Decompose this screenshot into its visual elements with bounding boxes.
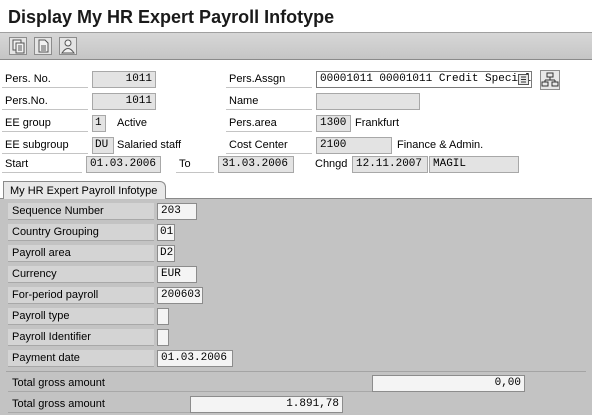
changed-date-field: 12.11.2007	[352, 156, 428, 173]
application-toolbar	[0, 32, 592, 60]
pers-assgn-value: 00001011 00001011 Credit Special	[320, 73, 532, 85]
person-icon[interactable]	[59, 37, 77, 55]
currency-field: EUR	[157, 266, 197, 283]
pers-area-field: 1300	[316, 115, 351, 132]
pers-area-label: Pers.area	[226, 115, 312, 132]
pers-area-text: Frankfurt	[355, 117, 400, 129]
payroll-area-label: Payroll area	[8, 245, 154, 262]
name-field	[316, 93, 420, 110]
payroll-identifier-label: Payroll Identifier	[8, 329, 154, 346]
cost-center-field: 2100	[316, 137, 392, 154]
pers-no2-label: Pers.No.	[2, 93, 88, 110]
country-grouping-label: Country Grouping	[8, 224, 154, 241]
country-grouping-field: 01	[157, 224, 175, 241]
currency-label: Currency	[8, 266, 154, 283]
cost-center-text: Finance & Admin.	[397, 139, 484, 151]
ee-subgroup-label: EE subgroup	[2, 137, 88, 154]
chngd-label: Chngd	[315, 158, 348, 170]
org-structure-button[interactable]	[540, 70, 560, 90]
total-gross-amount-field-2: 1.891,78	[190, 396, 343, 413]
payment-date-label: Payment date	[8, 350, 154, 367]
dropdown-list-icon[interactable]	[518, 74, 529, 85]
tab-my-hr-expert-payroll-infotype[interactable]: My HR Expert Payroll Infotype	[3, 181, 167, 199]
document-icon[interactable]	[34, 37, 52, 55]
payroll-infotype-panel: Sequence Number 203 Country Grouping 01 …	[0, 198, 592, 415]
end-date-field: 31.03.2006	[218, 156, 294, 173]
changed-by-field: MAGIL	[429, 156, 519, 173]
pers-assgn-label: Pers.Assgn	[226, 71, 312, 88]
page-title: Display My HR Expert Payroll Infotype	[0, 0, 592, 34]
pers-no-label: Pers. No.	[2, 71, 88, 88]
pers-no-field: 1011	[92, 71, 156, 88]
ee-group-text: Active	[117, 117, 147, 129]
ee-group-label: EE group	[2, 115, 88, 132]
section-separator	[6, 371, 586, 372]
sequence-number-field: 203	[157, 203, 197, 220]
total-gross-amount-field-1: 0,00	[372, 375, 525, 392]
payroll-type-label: Payroll type	[8, 308, 154, 325]
header-section: Pers. No. 1011 Pers.Assgn 00001011 00001…	[0, 61, 592, 181]
payroll-identifier-field	[157, 329, 169, 346]
copy-document-icon[interactable]	[9, 37, 27, 55]
ee-group-field: 1	[92, 115, 106, 132]
payroll-area-field: D2	[157, 245, 175, 262]
ee-subgroup-field: DU	[92, 137, 114, 154]
pers-no2-field: 1011	[92, 93, 156, 110]
name-label: Name	[226, 93, 312, 110]
payroll-type-field	[157, 308, 169, 325]
for-period-payroll-label: For-period payroll	[8, 287, 154, 304]
start-date-field: 01.03.2006	[86, 156, 161, 173]
total-gross-amount-label-1: Total gross amount	[8, 375, 372, 392]
org-structure-icon	[541, 72, 559, 87]
sequence-number-label: Sequence Number	[8, 203, 154, 220]
start-label: Start	[2, 156, 82, 173]
cost-center-label: Cost Center	[226, 137, 312, 154]
to-label: To	[176, 156, 214, 173]
pers-assgn-dropdown[interactable]: 00001011 00001011 Credit Special	[316, 71, 532, 88]
payment-date-field: 01.03.2006	[157, 350, 233, 367]
total-gross-amount-label-2: Total gross amount	[8, 396, 190, 413]
ee-subgroup-text: Salaried staff	[117, 139, 182, 151]
for-period-payroll-field: 200603	[157, 287, 203, 304]
